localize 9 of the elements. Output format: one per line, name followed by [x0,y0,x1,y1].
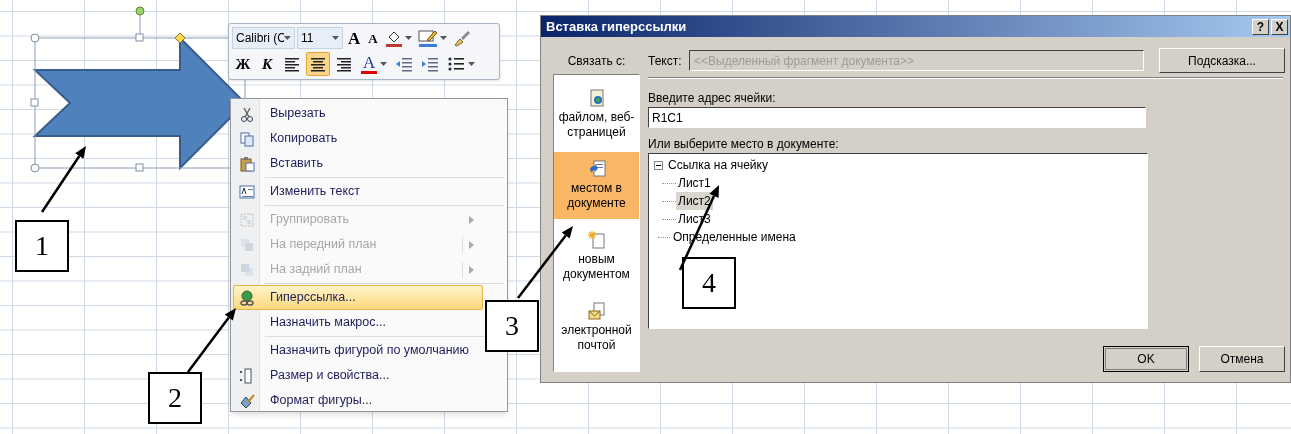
window-title: Вставка гиперссылки [546,17,687,36]
callout-number: 3 [485,300,539,352]
callout-number: 4 [682,257,736,309]
field-label: Текст: [648,52,683,70]
field-label: Введите адрес ячейки: [648,90,777,105]
callout-number: 2 [148,372,202,424]
field-label: Или выберите место в документе: [648,136,840,151]
field-label: Связать с: [566,52,627,70]
callout-number: 1 [15,220,69,272]
